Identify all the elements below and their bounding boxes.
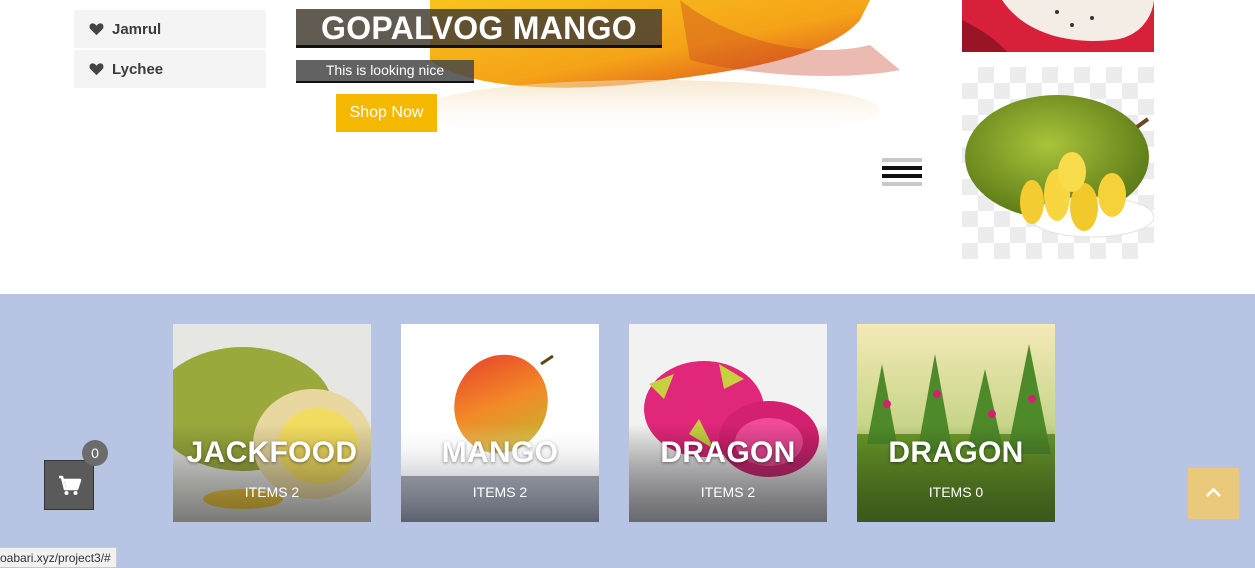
cart-count-badge: 0 bbox=[82, 440, 108, 466]
heart-icon bbox=[89, 63, 104, 76]
category-count: ITEMS 2 bbox=[700, 484, 756, 500]
sidebar-item-label: Lychee bbox=[112, 60, 164, 78]
cart-button[interactable] bbox=[44, 460, 94, 510]
jackfruit-thumbnail[interactable] bbox=[962, 67, 1155, 259]
category-name: DRAGON bbox=[888, 436, 1024, 469]
shopping-cart-icon bbox=[59, 475, 82, 495]
category-name: MANGO bbox=[441, 436, 559, 469]
category-count: ITEMS 2 bbox=[472, 484, 528, 500]
category-card-mango[interactable]: MANGO ITEMS 2 bbox=[401, 324, 599, 522]
dragon-fruit-thumbnail[interactable] bbox=[962, 0, 1154, 52]
category-card-jackfood[interactable]: JACKFOOD ITEMS 2 bbox=[173, 324, 371, 522]
category-count: ITEMS 2 bbox=[244, 484, 300, 500]
status-bar-url: oabari.xyz/project3/# bbox=[0, 547, 117, 568]
category-card-dragon-farm[interactable]: DRAGON ITEMS 0 bbox=[857, 324, 1055, 522]
sidebar-item-jamrul[interactable]: Jamrul bbox=[74, 10, 266, 48]
scroll-to-top-button[interactable] bbox=[1188, 468, 1239, 519]
hero-title: GOPALVOG MANGO bbox=[296, 9, 662, 48]
heart-icon bbox=[89, 23, 104, 36]
category-name: DRAGON bbox=[660, 436, 796, 469]
shop-now-button[interactable]: Shop Now bbox=[336, 94, 437, 132]
hamburger-menu-icon[interactable] bbox=[882, 158, 922, 191]
jackfruit-image bbox=[965, 95, 1155, 238]
category-card-dragon[interactable]: DRAGON ITEMS 2 bbox=[629, 324, 827, 522]
sidebar-item-label: Jamrul bbox=[112, 20, 162, 38]
sidebar-item-lychee[interactable]: Lychee bbox=[74, 50, 266, 88]
category-name: JACKFOOD bbox=[186, 436, 358, 469]
chevron-up-icon bbox=[1206, 487, 1221, 497]
hero-subtitle: This is looking nice bbox=[296, 60, 474, 83]
category-count: ITEMS 0 bbox=[928, 484, 984, 500]
